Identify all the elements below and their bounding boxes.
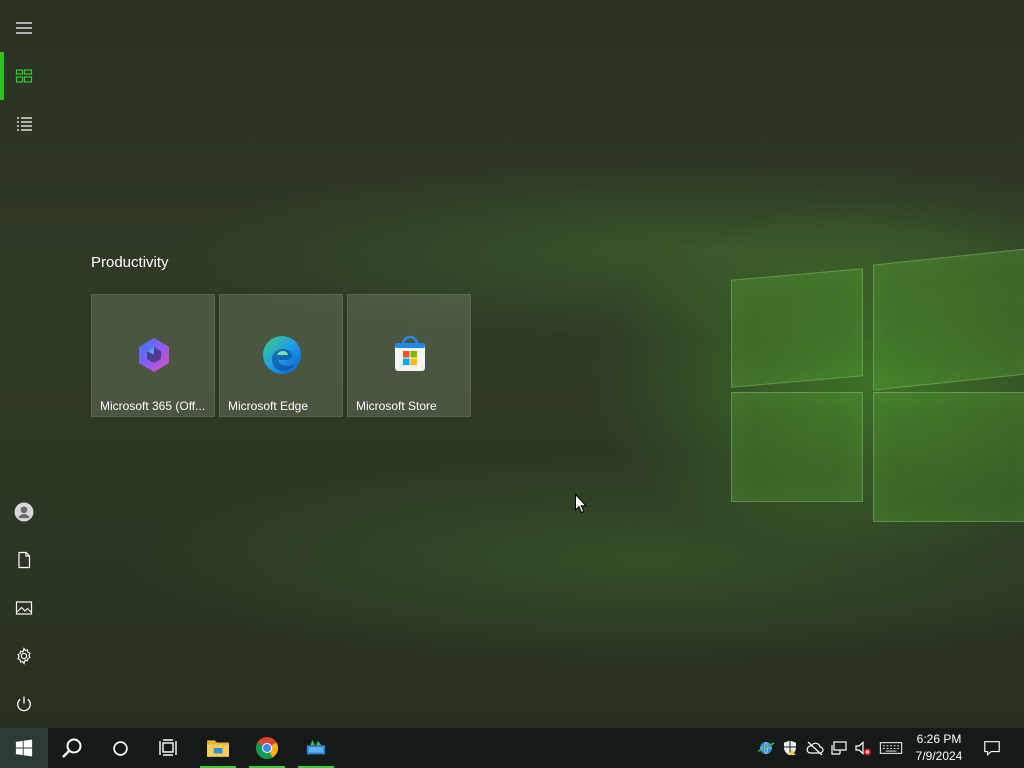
expand-menu-button[interactable] [0, 4, 48, 52]
microsoft-365-icon [139, 338, 169, 372]
chrome-button[interactable] [243, 728, 291, 768]
clock[interactable]: 6:26 PM 7/9/2024 [906, 731, 972, 765]
touch-keyboard-tray[interactable] [878, 738, 904, 758]
chrome-icon [256, 737, 278, 759]
picture-icon [15, 601, 33, 615]
folder-icon [207, 740, 229, 757]
windows-icon [15, 739, 33, 757]
all-apps-button[interactable] [0, 100, 48, 148]
start-menu-rail [0, 0, 48, 728]
power-icon [17, 696, 31, 712]
security-tray[interactable] [780, 738, 800, 758]
hamburger-icon [16, 22, 32, 34]
gear-icon [17, 647, 31, 665]
network-globe-tray[interactable] [756, 738, 776, 758]
security-shield-icon [784, 740, 796, 756]
list-icon [17, 117, 32, 131]
windows-wallpaper-logo [725, 247, 1024, 527]
mouse-cursor-icon [575, 494, 587, 514]
keyboard-icon [879, 742, 903, 754]
task-view-icon [159, 739, 177, 756]
edge-icon [263, 336, 301, 374]
user-icon [14, 502, 34, 522]
group-title[interactable]: Productivity [91, 254, 169, 271]
cortana-button[interactable] [96, 728, 144, 768]
volume-tray[interactable] [853, 738, 873, 758]
taskbar: 6:26 PM 7/9/2024 [0, 728, 1024, 768]
clock-time: 6:26 PM [916, 732, 962, 746]
onedrive-tray[interactable] [805, 738, 825, 758]
tile-label: Microsoft 365 (Off... [100, 399, 206, 413]
circle-icon [112, 740, 128, 756]
volume-muted-icon [855, 741, 871, 756]
task-view-button[interactable] [144, 728, 192, 768]
tile-label: Microsoft Edge [228, 399, 309, 413]
tile-microsoft-edge[interactable]: Microsoft Edge [219, 294, 343, 417]
network-tray[interactable] [829, 738, 849, 758]
tiles-icon [15, 69, 33, 83]
search-icon [62, 738, 82, 758]
file-explorer-button[interactable] [194, 728, 242, 768]
settings-button[interactable] [0, 632, 48, 680]
pictures-button[interactable] [0, 584, 48, 632]
notification-icon [984, 741, 1000, 757]
document-icon [18, 551, 31, 569]
network-globe-icon [757, 741, 775, 755]
app-button[interactable] [292, 728, 340, 768]
documents-button[interactable] [0, 536, 48, 584]
tile-label: Microsoft Store [356, 399, 437, 413]
pinned-tiles-button[interactable] [0, 52, 48, 100]
start-button[interactable] [0, 728, 48, 768]
account-button[interactable] [0, 488, 48, 536]
tile-microsoft-store[interactable]: Microsoft Store [347, 294, 471, 417]
tile-microsoft-365[interactable]: Microsoft 365 (Off... [91, 294, 215, 417]
action-center-button[interactable] [972, 728, 1012, 768]
clock-date: 7/9/2024 [915, 749, 963, 763]
search-button[interactable] [48, 728, 96, 768]
app-icon [306, 739, 326, 755]
store-icon [395, 335, 425, 371]
network-icon [831, 741, 847, 755]
onedrive-offline-icon [806, 741, 824, 756]
power-button[interactable] [0, 680, 48, 728]
